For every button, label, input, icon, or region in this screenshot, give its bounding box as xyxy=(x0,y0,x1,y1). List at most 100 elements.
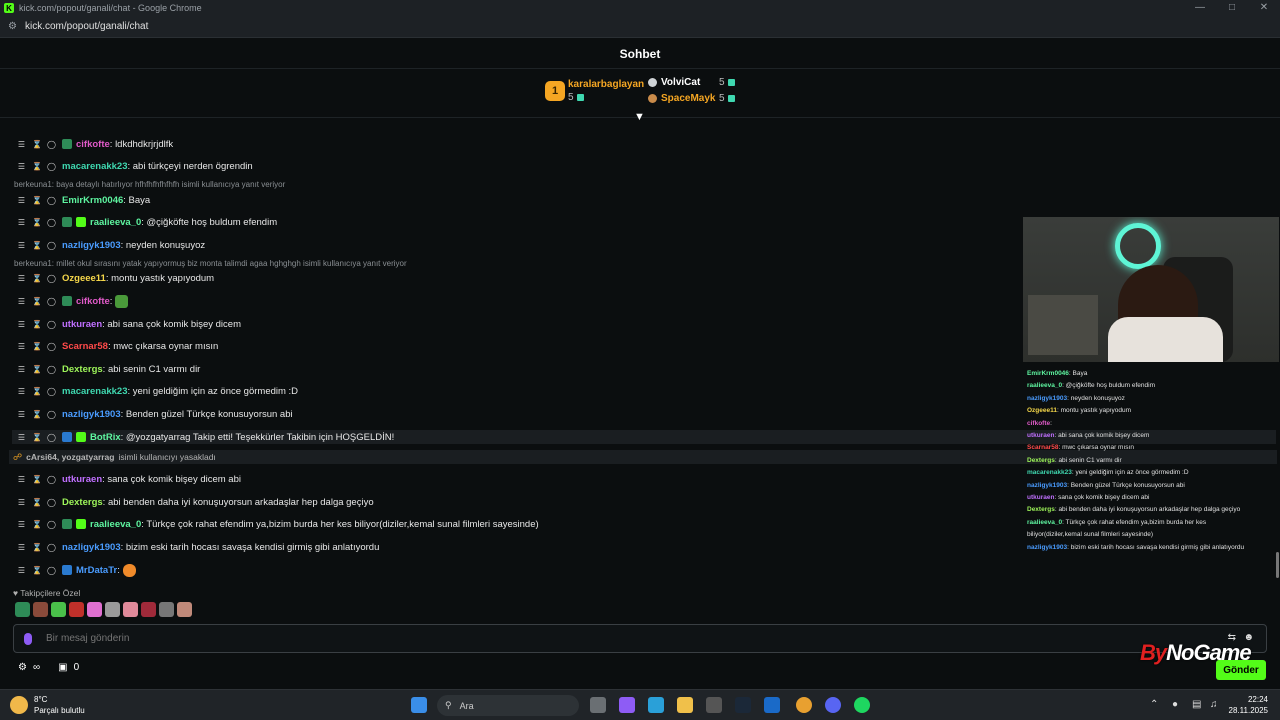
timeout-icon[interactable]: ⌛ xyxy=(32,297,42,306)
gift-icon[interactable]: ▣ xyxy=(58,662,67,673)
leaderboard-third[interactable]: SpaceMayk xyxy=(648,93,715,104)
delete-icon[interactable]: ☰ xyxy=(17,410,26,419)
copilot-icon[interactable] xyxy=(619,697,635,713)
ban-icon[interactable]: ◯ xyxy=(47,433,56,442)
discord-icon[interactable] xyxy=(825,697,841,713)
leaderboard-third-name[interactable]: SpaceMayk xyxy=(661,93,715,104)
reply-context[interactable]: berkeuna1: baya detaylı hatırlıyor hfhfh… xyxy=(14,180,285,189)
username[interactable]: macarenakk23 xyxy=(62,161,128,172)
ban-icon[interactable]: ◯ xyxy=(47,410,56,419)
emote-icon[interactable] xyxy=(123,602,138,617)
delete-icon[interactable]: ☰ xyxy=(17,218,26,227)
ban-icon[interactable]: ◯ xyxy=(47,320,56,329)
emote-icon[interactable] xyxy=(51,602,66,617)
username[interactable]: EmirKrm0046 xyxy=(62,195,123,206)
username[interactable]: nazligyk1903 xyxy=(62,542,121,553)
minimize-icon[interactable]: — xyxy=(1184,0,1216,16)
ban-icon[interactable]: ◯ xyxy=(47,342,56,351)
leaderboard-first-name[interactable]: karalarbaglayan xyxy=(568,79,644,90)
delete-icon[interactable]: ☰ xyxy=(17,140,26,149)
windows-start-icon[interactable] xyxy=(411,697,427,713)
delete-icon[interactable]: ☰ xyxy=(17,297,26,306)
system-clock[interactable]: 22:24 28.11.2025 xyxy=(1222,694,1268,716)
leaderboard-second-name[interactable]: VolviCat xyxy=(661,77,700,88)
weather-widget[interactable]: 8°C Parçalı bulutlu xyxy=(10,694,85,716)
username[interactable]: utkuraen xyxy=(62,319,102,330)
username[interactable]: MrDataTr xyxy=(76,565,117,576)
delete-icon[interactable]: ☰ xyxy=(17,520,26,529)
emote-icon[interactable] xyxy=(159,602,174,617)
timeout-icon[interactable]: ⌛ xyxy=(32,162,42,171)
microphone-icon[interactable] xyxy=(24,632,32,645)
network-icon[interactable]: ▤ xyxy=(1192,699,1201,710)
delete-icon[interactable]: ☰ xyxy=(17,566,26,575)
delete-icon[interactable]: ☰ xyxy=(17,365,26,374)
username[interactable]: Scarnar58 xyxy=(62,341,108,352)
emote-icon[interactable] xyxy=(33,602,48,617)
task-view-icon[interactable] xyxy=(590,697,606,713)
delete-icon[interactable]: ☰ xyxy=(17,475,26,484)
username[interactable]: nazligyk1903 xyxy=(62,240,121,251)
address-bar[interactable]: ⚙ kick.com/popout/ganali/chat xyxy=(0,16,1280,38)
steam-icon[interactable] xyxy=(735,697,751,713)
username[interactable]: raalieeva_0 xyxy=(90,519,141,530)
timeout-icon[interactable]: ⌛ xyxy=(32,342,42,351)
delete-icon[interactable]: ☰ xyxy=(17,433,26,442)
timeout-icon[interactable]: ⌛ xyxy=(32,566,42,575)
delete-icon[interactable]: ☰ xyxy=(17,274,26,283)
chrome-icon[interactable] xyxy=(796,697,812,713)
ban-icon[interactable]: ◯ xyxy=(47,196,56,205)
timeout-icon[interactable]: ⌛ xyxy=(32,140,42,149)
timeout-icon[interactable]: ⌛ xyxy=(32,218,42,227)
microphone-tray-icon[interactable]: ● xyxy=(1172,699,1178,710)
delete-icon[interactable]: ☰ xyxy=(17,498,26,507)
delete-icon[interactable]: ☰ xyxy=(17,241,26,250)
ban-icon[interactable]: ◯ xyxy=(47,475,56,484)
infinity-icon[interactable]: ∞ xyxy=(33,662,40,673)
tray-chevron-icon[interactable]: ⌃ xyxy=(1150,699,1158,710)
emote-icon[interactable] xyxy=(141,602,156,617)
ban-icon[interactable]: ◯ xyxy=(47,274,56,283)
emote-icon[interactable] xyxy=(105,602,120,617)
username[interactable]: raalieeva_0 xyxy=(90,217,141,228)
delete-icon[interactable]: ☰ xyxy=(17,162,26,171)
message-input[interactable] xyxy=(46,633,1196,644)
username[interactable]: utkuraen xyxy=(62,474,102,485)
ban-icon[interactable]: ◯ xyxy=(47,543,56,552)
timeout-icon[interactable]: ⌛ xyxy=(32,520,42,529)
file-explorer-icon[interactable] xyxy=(677,697,693,713)
timeout-icon[interactable]: ⌛ xyxy=(32,543,42,552)
send-button[interactable]: Gönder xyxy=(1216,660,1266,680)
username[interactable]: macarenakk23 xyxy=(62,386,128,397)
volume-icon[interactable]: ♫ xyxy=(1210,699,1218,710)
username[interactable]: BotRix xyxy=(90,432,121,443)
timeout-icon[interactable]: ⌛ xyxy=(32,475,42,484)
username[interactable]: Ozgeee11 xyxy=(62,273,106,284)
close-icon[interactable]: ✕ xyxy=(1248,0,1280,16)
site-settings-icon[interactable]: ⚙ xyxy=(8,21,17,32)
emote-icon[interactable] xyxy=(15,602,30,617)
maximize-icon[interactable]: □ xyxy=(1216,0,1248,16)
timeout-icon[interactable]: ⌛ xyxy=(32,433,42,442)
timeout-icon[interactable]: ⌛ xyxy=(32,365,42,374)
ban-icon[interactable]: ◯ xyxy=(47,387,56,396)
username[interactable]: cifkofte xyxy=(76,139,110,150)
timeout-icon[interactable]: ⌛ xyxy=(32,196,42,205)
timeout-icon[interactable]: ⌛ xyxy=(32,320,42,329)
reply-context[interactable]: berkeuna1: millet okul sırasını yatak ya… xyxy=(14,259,407,268)
ban-icon[interactable]: ◯ xyxy=(47,365,56,374)
emote-icon[interactable] xyxy=(69,602,84,617)
settings-icon[interactable]: ⚙ xyxy=(18,662,27,673)
timeout-icon[interactable]: ⌛ xyxy=(32,274,42,283)
ban-icon[interactable]: ◯ xyxy=(47,241,56,250)
ban-icon[interactable]: ◯ xyxy=(47,520,56,529)
ban-icon[interactable]: ◯ xyxy=(47,566,56,575)
username[interactable]: nazligyk1903 xyxy=(62,409,121,420)
ban-icon[interactable]: ◯ xyxy=(47,140,56,149)
message-input-box[interactable]: ⇆ ☻ xyxy=(13,624,1267,653)
timeout-icon[interactable]: ⌛ xyxy=(32,410,42,419)
ban-icon[interactable]: ◯ xyxy=(47,498,56,507)
ban-icon[interactable]: ◯ xyxy=(47,297,56,306)
ban-icon[interactable]: ◯ xyxy=(47,162,56,171)
delete-icon[interactable]: ☰ xyxy=(17,196,26,205)
